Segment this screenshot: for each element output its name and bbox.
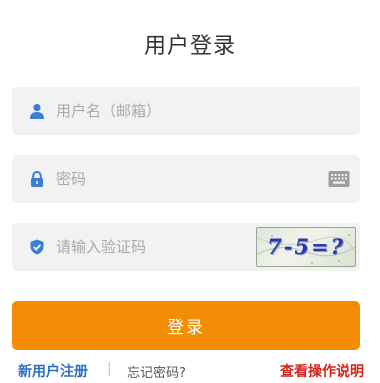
login-button[interactable]: 登录 [12,301,360,350]
footer-links: 新用户注册 | 忘记密码? 查看操作说明 [12,361,364,381]
captcha-image[interactable]: 7-5=? [256,227,356,267]
password-input[interactable] [56,155,316,203]
register-link[interactable]: 新用户注册 [18,361,88,381]
forgot-password-link[interactable]: 忘记密码? [127,362,186,381]
password-field[interactable] [12,155,360,203]
username-input[interactable] [56,87,346,135]
username-field[interactable] [12,87,360,135]
captcha-text: 7-5=? [267,234,345,259]
keyboard-icon[interactable] [328,170,350,188]
captcha-field[interactable]: 7-5=? [12,223,360,271]
help-link[interactable]: 查看操作说明 [280,361,364,381]
user-icon [30,104,44,119]
login-panel: 用户登录 用户名（邮箱） 请输入验证码 7-5=? 登录 新用户注册 | 忘记密… [0,0,380,383]
page-title: 用户登录 [143,34,236,59]
lock-icon [31,171,43,187]
shield-icon [30,239,44,255]
captcha-input[interactable] [56,223,246,271]
link-separator: | [107,361,112,377]
